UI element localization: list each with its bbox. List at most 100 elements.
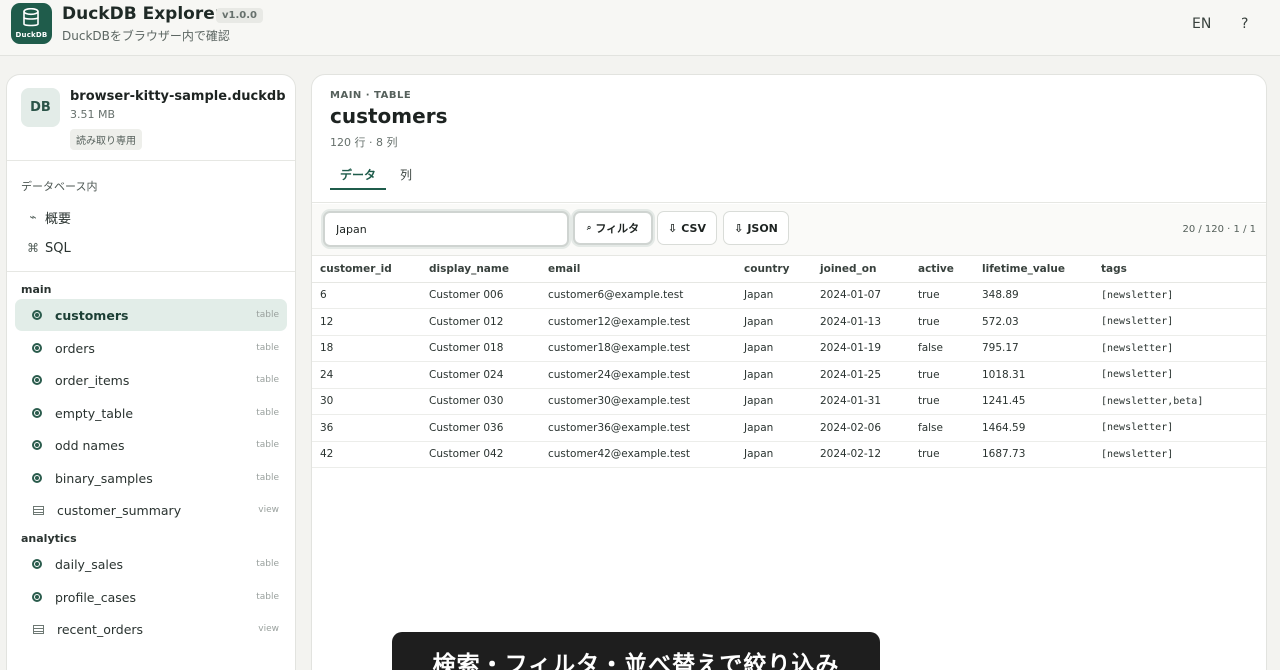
breadcrumb: MAIN · TABLE (330, 90, 412, 101)
export-csv-button[interactable]: ⇩ CSV (657, 211, 717, 245)
database-card: DB browser-kitty-sample.duckdb 3.51 MB 読… (7, 75, 295, 161)
database-icon (23, 8, 39, 27)
table-cell: [newsletter] (1093, 335, 1266, 362)
database-avatar: DB (21, 88, 60, 127)
table-row[interactable]: 30 Customer 030 customer30@example.test Jap… (312, 388, 1266, 415)
table-cell: Japan (736, 308, 812, 336)
overview-icon: ⌁ (29, 210, 37, 224)
nav-item-sql[interactable]: ⌘ SQL (21, 233, 287, 263)
table-row[interactable]: 18 Customer 018 customer18@example.test Jap… (312, 335, 1266, 362)
toolbar: ⌕ フィルタ ⇩ CSV ⇩ JSON 20 / 120 · 1 / 1 (312, 204, 1266, 256)
column-header[interactable]: joined_on (812, 257, 910, 283)
table-cell: 2024-01-31 (812, 388, 910, 415)
filter-button[interactable]: ⌕ フィルタ (573, 211, 653, 245)
sidebar-item-profile-cases[interactable]: profile_cases table (15, 581, 287, 613)
table-cell: Customer 036 (421, 414, 540, 442)
filter-input[interactable] (323, 211, 569, 247)
table-name: binary_samples (55, 470, 153, 486)
table-cell: 1241.45 (974, 388, 1093, 415)
table-cell: true (910, 361, 974, 389)
csv-button-label: CSV (681, 221, 706, 235)
table-cell: 42 (312, 441, 421, 468)
schema-label-analytics: analytics (21, 532, 77, 545)
table-header-row: customer_id display_name email country j… (312, 257, 1266, 283)
table-cell: Customer 006 (421, 282, 540, 309)
column-header[interactable]: tags (1093, 257, 1266, 283)
app-header: DuckDB DuckDB Explorer v1.0.0 DuckDBをブラウ… (0, 0, 1280, 56)
table-cell: 18 (312, 335, 421, 362)
download-icon: ⇩ (734, 221, 744, 235)
table-cell: Customer 042 (421, 441, 540, 468)
table-name: profile_cases (55, 589, 136, 605)
table-cell: true (910, 282, 974, 309)
language-button[interactable]: EN (1192, 16, 1211, 32)
tab-data[interactable]: データ (330, 164, 386, 190)
table-cell: customer36@example.test (540, 414, 736, 442)
column-header[interactable]: display_name (421, 257, 540, 283)
duckdb-logo-icon: DuckDB (11, 3, 52, 44)
table-kind: view (258, 505, 279, 515)
table-cell: Japan (736, 361, 812, 389)
table-name: empty_table (55, 405, 134, 421)
table-row[interactable]: 36 Customer 036 customer36@example.test Jap… (312, 414, 1266, 442)
json-button-label: JSON (747, 221, 778, 235)
sidebar-item-order-items[interactable]: order_items table (15, 364, 287, 396)
column-header[interactable]: active (910, 257, 974, 283)
table-cell: [newsletter,beta] (1093, 388, 1266, 415)
schema-label-main: main (21, 283, 52, 296)
table-cell: [newsletter] (1093, 414, 1266, 442)
table-row[interactable]: 24 Customer 024 customer24@example.test Jap… (312, 361, 1266, 389)
sidebar-item-odd-names[interactable]: odd names table (15, 429, 287, 461)
logo-text: DuckDB (15, 31, 48, 39)
data-table: customer_id display_name email country j… (312, 257, 1266, 468)
table-cell: 12 (312, 308, 421, 336)
table-row[interactable]: 12 Customer 012 customer12@example.test Jap… (312, 308, 1266, 336)
table-icon (32, 440, 42, 450)
column-header[interactable]: customer_id (312, 257, 421, 283)
table-cell: true (910, 308, 974, 336)
export-json-button[interactable]: ⇩ JSON (723, 211, 789, 245)
table-cell: 36 (312, 414, 421, 442)
view-name: customer_summary (57, 502, 182, 518)
section-label-database: データベース内 (21, 180, 98, 193)
main-panel: MAIN · TABLE customers 120 行 · 8 列 データ 列… (311, 74, 1267, 670)
help-button[interactable]: ? (1241, 16, 1248, 32)
sidebar-item-customers[interactable]: customers table (15, 299, 287, 331)
table-cell: [newsletter] (1093, 441, 1266, 468)
table-cell: 2024-01-25 (812, 361, 910, 389)
table-cell: 2024-01-07 (812, 282, 910, 309)
table-icon (32, 473, 42, 483)
table-cell: 2024-02-12 (812, 441, 910, 468)
column-header[interactable]: email (540, 257, 736, 283)
table-kind: table (256, 408, 279, 418)
table-icon (32, 343, 42, 353)
app-subtitle: DuckDBをブラウザー内で確認 (62, 29, 230, 43)
table-cell: Japan (736, 335, 812, 362)
table-row[interactable]: 42 Customer 042 customer42@example.test Jap… (312, 441, 1266, 468)
nav-item-overview[interactable]: ⌁ 概要 (21, 202, 287, 232)
table-row[interactable]: 6 Customer 006 customer6@example.test Japan… (312, 282, 1266, 309)
table-cell: Customer 012 (421, 308, 540, 336)
page-title: customers (330, 104, 448, 128)
table-cell: [newsletter] (1093, 308, 1266, 336)
table-cell: 2024-01-13 (812, 308, 910, 336)
table-kind: table (256, 440, 279, 450)
table-cell: 2024-01-19 (812, 335, 910, 362)
table-cell: customer18@example.test (540, 335, 736, 362)
table-cell: false (910, 414, 974, 442)
table-cell: 348.89 (974, 282, 1093, 309)
column-header[interactable]: lifetime_value (974, 257, 1093, 283)
table-kind: table (256, 592, 279, 602)
column-header[interactable]: country (736, 257, 812, 283)
sidebar-item-binary-samples[interactable]: binary_samples table (15, 462, 287, 494)
sidebar-item-orders[interactable]: orders table (15, 332, 287, 364)
tab-columns[interactable]: 列 (400, 164, 412, 190)
table-cell: 795.17 (974, 335, 1093, 362)
table-cell: 30 (312, 388, 421, 415)
divider (7, 271, 295, 272)
sidebar-item-customer-summary[interactable]: customer_summary view (15, 494, 287, 526)
sidebar-item-recent-orders[interactable]: recent_orders view (15, 613, 287, 645)
sidebar-item-empty-table[interactable]: empty_table table (15, 397, 287, 429)
table-kind: table (256, 375, 279, 385)
sidebar-item-daily-sales[interactable]: daily_sales table (15, 548, 287, 580)
